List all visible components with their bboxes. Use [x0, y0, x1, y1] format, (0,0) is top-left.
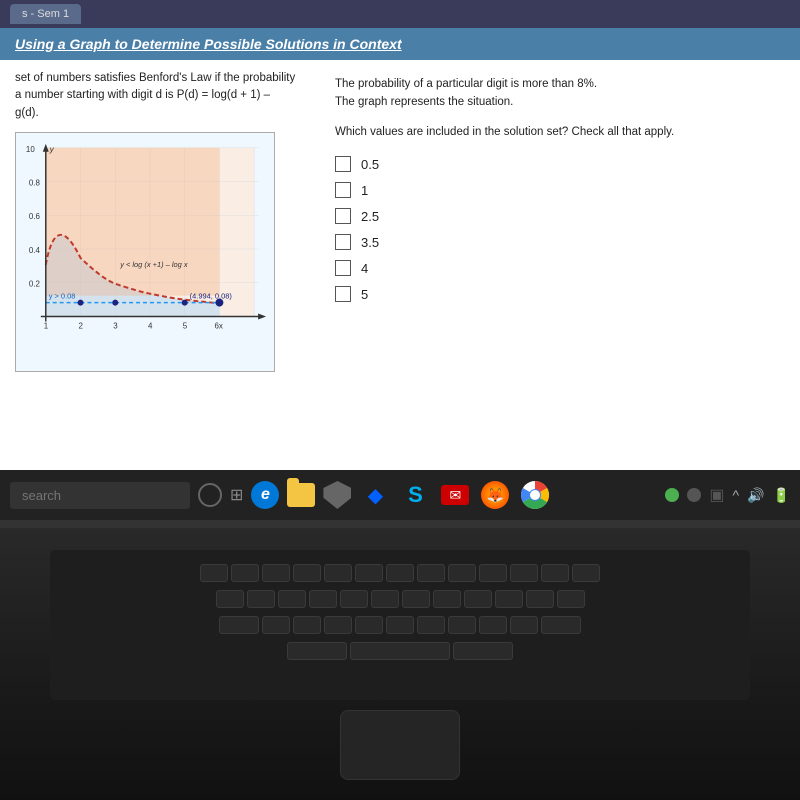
list-item: 3.5: [335, 234, 785, 250]
gray-status-dot: [687, 488, 701, 502]
laptop-hinge: [0, 520, 800, 528]
svg-text:3: 3: [113, 321, 118, 330]
laptop-screen: s - Sem 1 Using a Graph to Determine Pos…: [0, 0, 800, 510]
system-tray: ▣ ^ 🔊 🔋: [665, 485, 790, 505]
green-status-dot: [665, 488, 679, 502]
taskbar: ⊞ e ◆ S ✉ 🦊: [0, 470, 800, 520]
svg-text:0.4: 0.4: [29, 246, 41, 255]
edge-icon[interactable]: e: [251, 481, 279, 509]
unknown-icon: ▣: [709, 485, 724, 505]
question-text: Which values are included in the solutio…: [335, 124, 785, 141]
search-input[interactable]: [10, 482, 190, 509]
tab-bar: s - Sem 1: [0, 0, 800, 28]
page-title: Using a Graph to Determine Possible Solu…: [15, 36, 402, 52]
left-column: set of numbers satisfies Benford's Law i…: [15, 70, 315, 490]
svg-text:4: 4: [148, 321, 153, 330]
svg-text:10: 10: [26, 145, 35, 154]
chrome-icon[interactable]: [519, 479, 551, 511]
chevron-up-icon[interactable]: ^: [733, 487, 740, 503]
problem-text: set of numbers satisfies Benford's Law i…: [15, 70, 315, 122]
answer-choices: 0.5 1 2.5 3.5 4: [335, 156, 785, 302]
svg-text:6x: 6x: [214, 321, 222, 330]
graph-svg: 10 0.8 0.6 0.4 0.2 1 2 3 4 5 6x y y < lo…: [16, 133, 274, 371]
list-item: 1: [335, 182, 785, 198]
svg-text:0.6: 0.6: [29, 212, 41, 221]
content-area: set of numbers satisfies Benford's Law i…: [0, 60, 800, 500]
dropbox-icon[interactable]: ◆: [359, 479, 391, 511]
laptop-body: hp: [0, 520, 800, 800]
checkbox-4[interactable]: [335, 260, 351, 276]
list-item: 2.5: [335, 208, 785, 224]
checkbox-3.5[interactable]: [335, 234, 351, 250]
graph-container: 10 0.8 0.6 0.4 0.2 1 2 3 4 5 6x y y < lo…: [15, 132, 275, 372]
checkbox-2.5[interactable]: [335, 208, 351, 224]
svg-text:0.8: 0.8: [29, 178, 41, 187]
info-text: The probability of a particular digit is…: [335, 75, 785, 112]
list-item: 5: [335, 286, 785, 302]
right-column: The probability of a particular digit is…: [335, 70, 785, 490]
svg-text:(4.994, 0.08): (4.994, 0.08): [190, 291, 233, 300]
browser-tab[interactable]: s - Sem 1: [10, 4, 81, 24]
list-item: 0.5: [335, 156, 785, 172]
taskview-button[interactable]: ⊞: [230, 485, 243, 505]
checkbox-0.5[interactable]: [335, 156, 351, 172]
email-icon[interactable]: ✉: [439, 479, 471, 511]
shield-icon[interactable]: [323, 481, 351, 509]
volume-icon[interactable]: 🔊: [747, 487, 764, 504]
firefox-icon[interactable]: 🦊: [479, 479, 511, 511]
checkbox-5[interactable]: [335, 286, 351, 302]
skype-icon[interactable]: S: [399, 479, 431, 511]
svg-text:2: 2: [79, 321, 83, 330]
battery-icon[interactable]: 🔋: [773, 487, 790, 504]
list-item: 4: [335, 260, 785, 276]
files-icon[interactable]: [287, 483, 315, 507]
svg-text:1: 1: [44, 321, 49, 330]
svg-text:0.2: 0.2: [29, 279, 40, 288]
page-title-bar: Using a Graph to Determine Possible Solu…: [0, 28, 800, 60]
keyboard-area: [50, 550, 750, 700]
checkbox-1[interactable]: [335, 182, 351, 198]
cortana-button[interactable]: [198, 483, 222, 507]
touchpad[interactable]: [340, 710, 460, 780]
svg-text:y > 0.08: y > 0.08: [49, 291, 76, 300]
svg-text:y < log (x +1) – log x: y < log (x +1) – log x: [119, 260, 188, 269]
svg-text:5: 5: [183, 321, 188, 330]
